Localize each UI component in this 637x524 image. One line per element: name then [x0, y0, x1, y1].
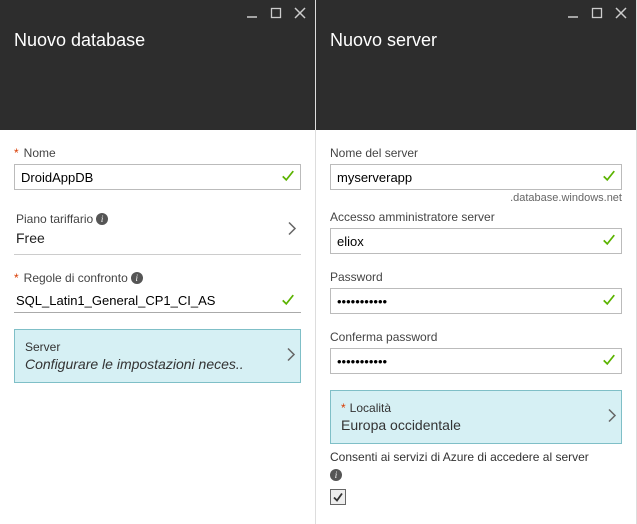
field-server-name: Nome del server .database.windows.net — [330, 146, 622, 204]
blade-header: Nuovo database — [0, 0, 315, 130]
label-text: Regole di confronto — [24, 271, 128, 285]
chevron-right-icon — [286, 348, 296, 365]
minimize-icon[interactable] — [245, 6, 259, 20]
blade-title: Nuovo server — [330, 30, 622, 51]
blade-body: * Nome Piano tariffario i Free * — [0, 130, 315, 524]
maximize-icon[interactable] — [269, 6, 283, 20]
blade-new-database: Nuovo database * Nome Piano tariffario i… — [0, 0, 316, 524]
selector-server[interactable]: Server Configurare le impostazioni neces… — [14, 329, 301, 383]
required-asterisk: * — [14, 146, 19, 160]
field-database-name: * Nome — [14, 146, 301, 190]
selector-value: Europa occidentale — [341, 417, 611, 433]
server-name-input[interactable] — [330, 164, 622, 190]
selector-label: Server — [25, 340, 290, 354]
required-asterisk: * — [14, 271, 19, 285]
collation-input[interactable] — [14, 289, 301, 313]
close-icon[interactable] — [614, 6, 628, 20]
label-text: Nome — [24, 146, 56, 160]
blade-new-server: Nuovo server Nome del server .database.w… — [316, 0, 637, 524]
chevron-right-icon — [287, 222, 297, 239]
selector-value: Configurare le impostazioni neces.. — [25, 356, 290, 372]
minimize-icon[interactable] — [566, 6, 580, 20]
confirm-password-input[interactable] — [330, 348, 622, 374]
selector-label: Località — [350, 401, 391, 415]
info-icon[interactable]: i — [330, 469, 342, 481]
selector-value: Free — [16, 230, 299, 246]
field-label: * Nome — [14, 146, 301, 160]
field-collation: * Regole di confronto i — [14, 271, 301, 313]
database-name-input[interactable] — [14, 164, 301, 190]
label-text: Accesso amministratore server — [330, 210, 495, 224]
label-text: Nome del server — [330, 146, 418, 160]
required-asterisk: * — [341, 401, 346, 415]
allow-azure-checkbox[interactable] — [330, 489, 346, 505]
selector-pricing-tier[interactable]: Piano tariffario i Free — [14, 206, 301, 255]
field-admin-login: Accesso amministratore server — [330, 210, 622, 254]
chevron-right-icon — [607, 409, 617, 426]
password-input[interactable] — [330, 288, 622, 314]
selector-location[interactable]: * Località Europa occidentale — [330, 390, 622, 444]
close-icon[interactable] — [293, 6, 307, 20]
maximize-icon[interactable] — [590, 6, 604, 20]
info-icon[interactable]: i — [96, 213, 108, 225]
server-name-suffix: .database.windows.net — [330, 192, 622, 204]
info-icon[interactable]: i — [131, 272, 143, 284]
allow-azure-label: Consenti ai servizi di Azure di accedere… — [330, 450, 589, 464]
selector-label: Piano tariffario — [16, 212, 93, 226]
allow-azure-label-row: Consenti ai servizi di Azure di accedere… — [330, 450, 622, 464]
blade-body: Nome del server .database.windows.net Ac… — [316, 130, 636, 524]
window-controls — [566, 6, 628, 20]
window-controls — [245, 6, 307, 20]
label-text: Password — [330, 270, 383, 284]
field-confirm-password: Conferma password — [330, 330, 622, 374]
label-text: Conferma password — [330, 330, 437, 344]
admin-login-input[interactable] — [330, 228, 622, 254]
field-password: Password — [330, 270, 622, 314]
blade-title: Nuovo database — [14, 30, 301, 51]
blade-header: Nuovo server — [316, 0, 636, 130]
